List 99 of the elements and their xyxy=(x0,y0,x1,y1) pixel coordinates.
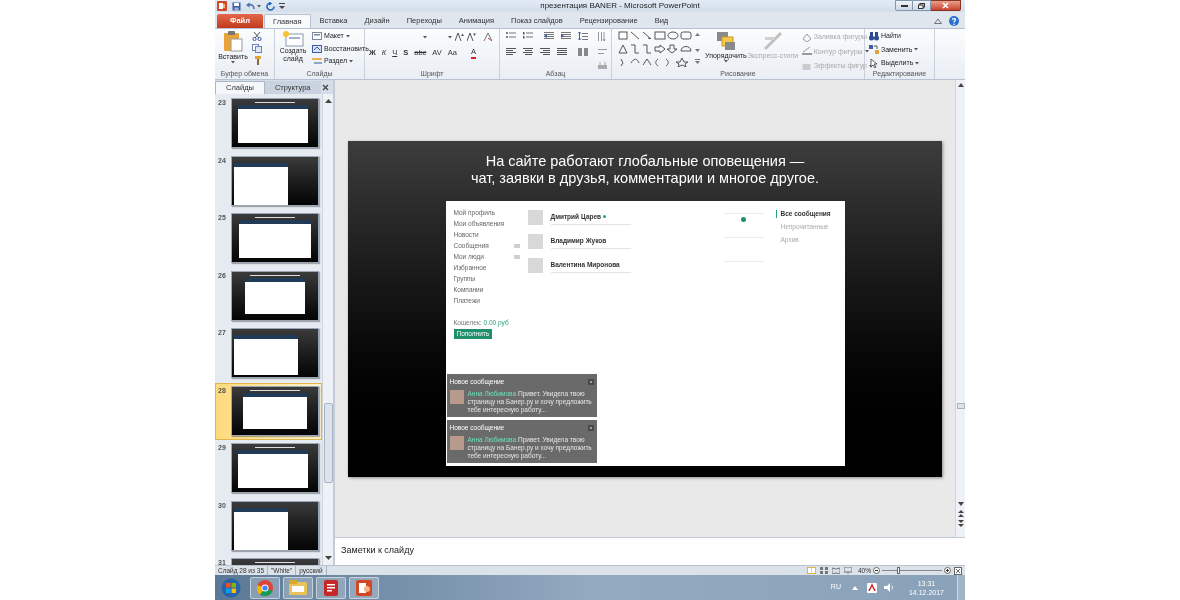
caret-icon xyxy=(914,48,919,52)
scroll-up-icon[interactable] xyxy=(324,98,332,103)
justify-icon[interactable] xyxy=(557,48,567,56)
scroll-down-icon[interactable] xyxy=(957,502,964,506)
caret-icon xyxy=(423,35,427,39)
restore-icon xyxy=(918,2,925,9)
zoom-slider-thumb[interactable] xyxy=(897,567,900,574)
taskbar-app-button[interactable] xyxy=(283,576,313,599)
photo-placeholder xyxy=(449,435,464,450)
scroll-thumb[interactable] xyxy=(323,403,333,483)
bullet-list-icon[interactable] xyxy=(506,32,516,40)
arrange-icon xyxy=(715,31,736,51)
undo-icon[interactable] xyxy=(246,2,256,10)
maximize-button[interactable] xyxy=(913,0,931,11)
scrollbar[interactable] xyxy=(955,80,965,537)
app-logo-icon xyxy=(217,1,227,11)
decrease-indent-icon[interactable] xyxy=(544,32,554,40)
align-text-icon[interactable] xyxy=(598,47,607,56)
customize-toolbar-icon[interactable] xyxy=(279,2,285,10)
align-center-icon[interactable] xyxy=(523,48,533,56)
help-icon[interactable] xyxy=(949,16,959,26)
taskbar-app-button[interactable] xyxy=(250,576,280,599)
effects-icon xyxy=(801,61,812,71)
layout-icon xyxy=(312,32,322,41)
columns-icon[interactable] xyxy=(578,48,588,56)
align-left-icon[interactable] xyxy=(506,48,516,56)
browser-icon xyxy=(257,579,273,596)
close-icon[interactable] xyxy=(322,84,329,91)
cursor-icon xyxy=(869,58,879,68)
zoom-out-icon[interactable] xyxy=(873,567,880,574)
increase-indent-icon[interactable] xyxy=(561,32,571,40)
scroll-down-icon[interactable] xyxy=(324,556,332,561)
notes-field[interactable]: Заметки к слайду xyxy=(335,537,965,565)
format-painter-icon[interactable] xyxy=(252,56,262,65)
slide-title-line: чат, заявки в друзья, комментарии и многое другое. xyxy=(470,169,819,187)
save-icon[interactable] xyxy=(232,1,241,11)
shapes-gallery-drawing[interactable] xyxy=(618,31,692,67)
caret-icon xyxy=(231,61,235,64)
minimize-button[interactable] xyxy=(895,0,913,11)
zoom-in-icon[interactable] xyxy=(944,567,951,574)
minimize-icon xyxy=(900,4,908,7)
caret-icon xyxy=(345,34,350,38)
antivirus-icon[interactable] xyxy=(866,582,877,593)
next-slide-icon[interactable] xyxy=(957,520,964,527)
gallery-scroll-icon[interactable] xyxy=(695,31,700,65)
avatar-placeholder xyxy=(527,209,543,225)
start-orb-icon[interactable] xyxy=(221,577,241,598)
caret-icon xyxy=(349,59,354,63)
redo-icon[interactable] xyxy=(266,1,275,11)
close-icon[interactable] xyxy=(587,378,594,385)
slide-title-line: На сайте работают глобальные оповещения — xyxy=(485,152,805,170)
fill-bucket-icon xyxy=(801,32,812,42)
close-icon xyxy=(942,2,949,9)
replace-icon xyxy=(869,45,879,55)
shrink-font-icon[interactable] xyxy=(467,33,476,41)
text-direction-icon[interactable] xyxy=(598,32,607,41)
reading-view-icon[interactable] xyxy=(832,567,840,574)
scrollbar[interactable] xyxy=(322,94,333,565)
previous-slide-icon[interactable] xyxy=(957,510,964,517)
section-icon xyxy=(312,57,322,66)
quick-styles-icon xyxy=(762,31,783,51)
reset-icon xyxy=(312,44,322,53)
numbered-list-icon[interactable] xyxy=(523,32,533,40)
taskbar-app-button[interactable] xyxy=(349,576,379,599)
minimize-ribbon-icon[interactable] xyxy=(934,18,942,24)
volume-icon[interactable] xyxy=(883,583,894,592)
outline-pen-icon xyxy=(801,47,812,57)
caret-icon xyxy=(723,60,728,63)
line-spacing-icon[interactable] xyxy=(578,32,588,40)
copy-icon[interactable] xyxy=(252,44,262,53)
zoom-slider[interactable] xyxy=(882,567,942,574)
document-icon xyxy=(323,579,339,596)
caret-icon[interactable] xyxy=(257,4,261,8)
presentation-icon xyxy=(356,579,372,596)
fit-to-window-icon[interactable] xyxy=(954,566,962,575)
caret-icon xyxy=(915,61,920,65)
close-button[interactable] xyxy=(931,0,961,11)
clear-formatting-icon[interactable] xyxy=(483,33,492,41)
caret-icon xyxy=(864,50,869,54)
binoculars-icon xyxy=(869,31,879,41)
slide-sorter-icon[interactable] xyxy=(820,567,828,574)
avatar-placeholder xyxy=(527,257,543,273)
window-title: презентация BANER - Microsoft PowerPoint xyxy=(540,0,700,12)
scroll-up-icon[interactable] xyxy=(957,83,964,87)
align-right-icon[interactable] xyxy=(540,48,550,56)
caret-icon xyxy=(868,64,873,68)
slide-show-icon[interactable] xyxy=(844,567,852,574)
folder-icon xyxy=(289,580,307,595)
photo-placeholder xyxy=(449,389,464,404)
grow-font-icon[interactable] xyxy=(455,33,464,41)
show-hidden-icons-icon[interactable] xyxy=(851,585,858,590)
avatar-placeholder xyxy=(527,233,543,249)
scroll-thumb[interactable] xyxy=(956,403,965,409)
caret-icon xyxy=(448,35,452,39)
close-icon[interactable] xyxy=(587,424,594,431)
new-slide-icon xyxy=(282,30,304,47)
scissors-icon[interactable] xyxy=(252,32,262,41)
taskbar-app-button[interactable] xyxy=(316,576,346,599)
paste-icon xyxy=(223,30,243,52)
